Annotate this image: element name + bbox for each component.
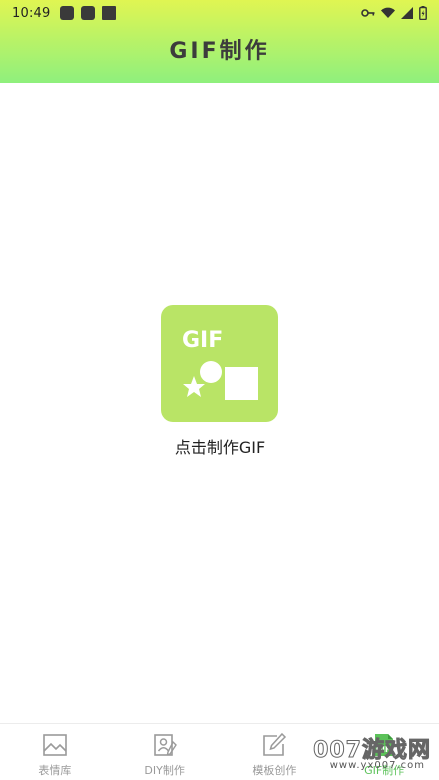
notification-icon xyxy=(60,6,75,20)
tab-label: DIY制作 xyxy=(144,764,185,777)
status-indicators xyxy=(361,6,427,20)
site-watermark: 007游戏网 www.yx007.com xyxy=(285,732,435,776)
image-icon xyxy=(43,734,67,756)
signal-icon xyxy=(401,7,413,19)
make-gif-label[interactable]: 点击制作GIF xyxy=(120,434,320,458)
make-gif-button[interactable]: GIF xyxy=(161,305,278,422)
status-bar: 10:49 xyxy=(0,0,439,26)
key-icon xyxy=(361,9,375,17)
notification-icon xyxy=(81,6,96,20)
gif-icon-text: GIF xyxy=(182,328,223,353)
status-time: 10:49 xyxy=(12,5,51,21)
tab-diy-make[interactable]: DIY制作 xyxy=(110,724,220,780)
edit-portrait-icon xyxy=(153,734,177,756)
watermark-url: www.yx007.com xyxy=(329,760,425,771)
tab-label: 表情库 xyxy=(38,764,72,777)
battery-icon xyxy=(419,6,427,20)
notification-icon xyxy=(102,6,117,20)
gif-shapes-icon: GIF xyxy=(182,328,258,400)
app-header: 10:49 GIF制作 xyxy=(0,0,439,83)
wifi-icon xyxy=(381,7,395,19)
edit-note-icon xyxy=(263,732,287,756)
tab-sticker-library[interactable]: 表情库 xyxy=(0,724,110,780)
page-title: GIF制作 xyxy=(169,39,270,64)
